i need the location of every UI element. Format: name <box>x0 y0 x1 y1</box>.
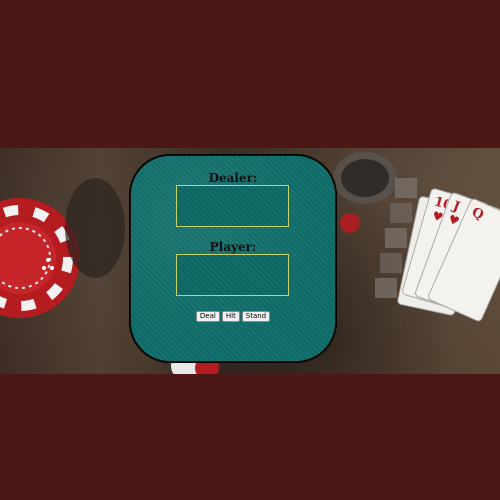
player-hand-area <box>176 254 289 296</box>
dealer-label: Dealer: <box>208 171 258 185</box>
playing-cards-icon: 10 ♥ J ♥ Q <box>397 188 500 322</box>
hit-button[interactable]: Hit <box>221 311 240 322</box>
page: 10 ♥ J ♥ Q Dealer: Player: Deal Hit Stan… <box>0 0 500 500</box>
blackjack-table: Dealer: Player: Deal Hit Stand <box>130 155 336 362</box>
deal-button[interactable]: Deal <box>195 311 220 322</box>
game-controls: Deal Hit Stand <box>131 311 335 322</box>
player-label: Player: <box>209 240 257 254</box>
stand-button[interactable]: Stand <box>241 311 271 322</box>
dealer-hand-area <box>176 185 289 227</box>
